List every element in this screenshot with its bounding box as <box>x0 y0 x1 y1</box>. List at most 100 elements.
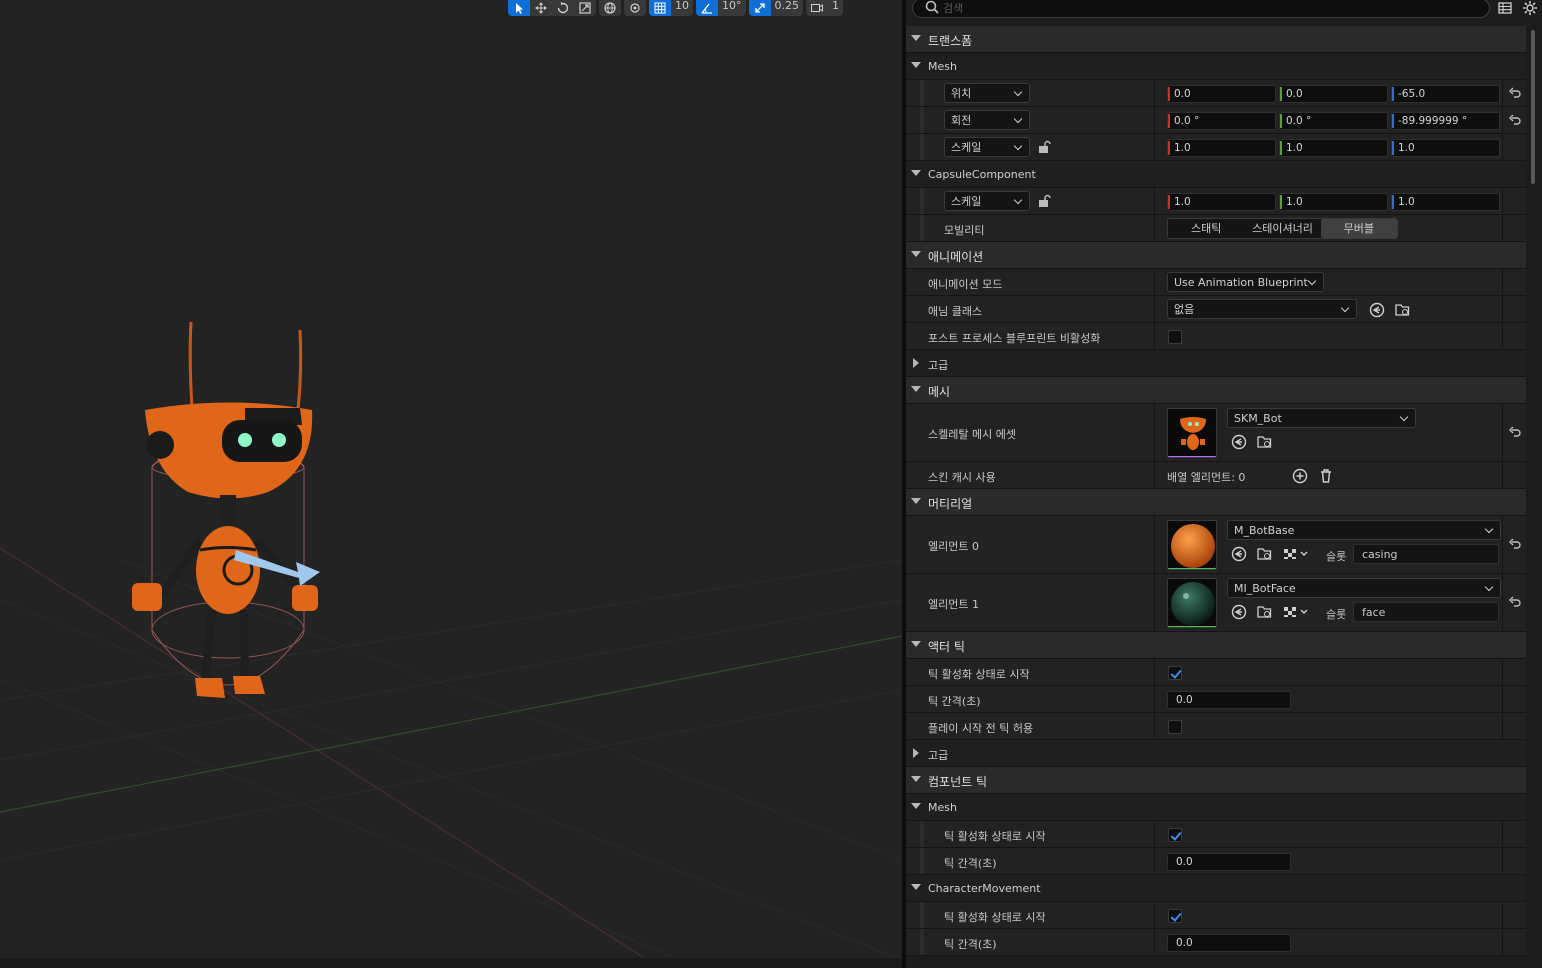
reset-arrow-icon[interactable] <box>1508 537 1522 551</box>
animation-mode-dropdown[interactable]: Use Animation Blueprint <box>1167 272 1324 292</box>
select-mode-button[interactable] <box>508 0 530 16</box>
property-anim-class: 애님 클래스 없음 <box>906 296 1526 323</box>
surface-snap-button[interactable] <box>624 0 646 16</box>
browse-asset-icon[interactable] <box>1257 546 1273 562</box>
rotation-mode-dropdown[interactable]: 회전 <box>944 110 1030 130</box>
capsule-scale-x-field[interactable]: 1.0 <box>1167 193 1276 211</box>
chevron-down-icon <box>1013 141 1023 151</box>
browse-asset-icon[interactable] <box>1257 604 1273 620</box>
details-scrollbar-thumb[interactable] <box>1531 30 1535 184</box>
reset-arrow-icon[interactable] <box>1508 86 1522 100</box>
group-capsule-component[interactable]: CapsuleComponent <box>906 161 1526 188</box>
camera-speed-button[interactable] <box>806 0 828 16</box>
location-y-field[interactable]: 0.0 <box>1279 85 1388 103</box>
category-mesh[interactable]: 메시 <box>906 377 1526 404</box>
category-transform[interactable]: 트랜스폼 <box>906 26 1526 53</box>
movement-start-tick-checkbox[interactable] <box>1168 909 1182 923</box>
scale-mode-dropdown[interactable]: 스케일 <box>944 137 1030 157</box>
use-selected-asset-icon[interactable] <box>1231 546 1247 562</box>
use-selected-asset-icon[interactable] <box>1231 434 1247 450</box>
chevron-down-icon <box>1307 276 1317 286</box>
gear-icon[interactable] <box>1522 0 1538 16</box>
reset-arrow-icon[interactable] <box>1508 425 1522 439</box>
anim-class-dropdown[interactable]: 없음 <box>1167 299 1357 319</box>
mobility-stationary-option[interactable]: 스테이셔너리 <box>1244 219 1320 238</box>
group-animation-advanced[interactable]: 고급 <box>906 350 1526 377</box>
robot-character[interactable] <box>132 321 320 698</box>
mobility-movable-option[interactable]: 무버블 <box>1320 219 1397 238</box>
add-element-icon[interactable] <box>1292 468 1308 484</box>
group-mesh-tick[interactable]: Mesh <box>906 794 1526 821</box>
grid-snap-toggle[interactable] <box>649 0 671 16</box>
scale-x-field[interactable]: 1.0 <box>1167 139 1276 157</box>
level-viewport[interactable]: 10 10° 0.25 1 <box>0 0 902 968</box>
material-thumbnail[interactable] <box>1167 520 1217 570</box>
category-animation[interactable]: 애니메이션 <box>906 242 1526 269</box>
capsule-scale-mode-dropdown[interactable]: 스케일 <box>944 191 1030 211</box>
movement-tick-interval-field[interactable]: 0.0 <box>1167 934 1291 952</box>
group-actor-tick-advanced[interactable]: 고급 <box>906 740 1526 767</box>
rotation-snap-value[interactable]: 10° <box>718 0 746 16</box>
group-mesh-transform[interactable]: Mesh <box>906 53 1526 80</box>
capsule-scale-z-field[interactable]: 1.0 <box>1391 193 1500 211</box>
use-selected-asset-icon[interactable] <box>1369 302 1385 318</box>
rotation-y-field[interactable]: 0.0 ° <box>1279 112 1388 130</box>
viewport-scene[interactable] <box>0 0 902 968</box>
slot-name-field[interactable]: face <box>1353 602 1499 622</box>
transform-mode-group <box>508 0 596 16</box>
skeletal-mesh-thumbnail[interactable] <box>1167 408 1217 458</box>
group-character-movement-tick[interactable]: CharacterMovement <box>906 875 1526 902</box>
location-mode-dropdown[interactable]: 위치 <box>944 83 1030 103</box>
location-z-field[interactable]: -65.0 <box>1391 85 1500 103</box>
scale-snap-toggle[interactable] <box>748 0 771 16</box>
search-box[interactable] <box>912 0 1490 18</box>
rotation-x-field[interactable]: 0.0 ° <box>1167 112 1276 130</box>
category-component-tick[interactable]: 컴포넌트 틱 <box>906 767 1526 794</box>
browse-asset-icon[interactable] <box>1395 302 1411 318</box>
expand-arrow-icon <box>911 884 921 890</box>
scale-y-field[interactable]: 1.0 <box>1279 139 1388 157</box>
actor-start-tick-checkbox[interactable] <box>1168 666 1182 680</box>
trash-icon[interactable] <box>1318 468 1334 484</box>
category-materials[interactable]: 머티리얼 <box>906 489 1526 516</box>
skeletal-mesh-dropdown[interactable]: SKM_Bot <box>1227 408 1416 428</box>
property-label: 엘리먼트 0 <box>928 540 979 553</box>
translate-mode-button[interactable] <box>530 0 552 16</box>
material-1-dropdown[interactable]: MI_BotFace <box>1227 578 1501 598</box>
mobility-static-option[interactable]: 스태틱 <box>1168 219 1244 238</box>
camera-speed-value[interactable]: 1 <box>828 0 843 16</box>
browse-asset-icon[interactable] <box>1257 434 1273 450</box>
scale-snap-value[interactable]: 0.25 <box>770 0 803 16</box>
mesh-tick-interval-field[interactable]: 0.0 <box>1167 853 1291 871</box>
search-input[interactable] <box>943 0 1473 17</box>
rotation-snap-toggle[interactable] <box>696 0 718 16</box>
actor-tick-interval-field[interactable]: 0.0 <box>1167 691 1291 709</box>
mesh-start-tick-checkbox[interactable] <box>1168 828 1182 842</box>
slot-label: 슬롯 <box>1326 608 1347 621</box>
material-thumbnail[interactable] <box>1167 578 1217 628</box>
unlock-icon[interactable] <box>1037 140 1051 154</box>
scale-mode-button[interactable] <box>574 0 596 16</box>
reset-arrow-icon[interactable] <box>1508 113 1522 127</box>
collapse-arrow-icon <box>913 748 919 758</box>
slot-name-field[interactable]: casing <box>1353 544 1499 564</box>
property-movement-tick-interval: 틱 간격(초) 0.0 <box>906 929 1526 956</box>
location-x-field[interactable]: 0.0 <box>1167 85 1276 103</box>
allow-tick-before-play-checkbox[interactable] <box>1168 720 1182 734</box>
texture-checker-icon[interactable] <box>1283 604 1313 620</box>
details-property-list: 트랜스폼 Mesh 위치 0.0 0.0 -65.0 회전 0.0 ° 0.0 … <box>906 26 1526 956</box>
scale-z-field[interactable]: 1.0 <box>1391 139 1500 157</box>
reset-arrow-icon[interactable] <box>1508 595 1522 609</box>
grid-snap-value[interactable]: 10 <box>671 0 693 16</box>
capsule-scale-y-field[interactable]: 1.0 <box>1279 193 1388 211</box>
world-local-button[interactable] <box>599 0 621 16</box>
category-actor-tick[interactable]: 액터 틱 <box>906 632 1526 659</box>
unlock-icon[interactable] <box>1037 194 1051 208</box>
table-view-icon[interactable] <box>1498 1 1512 15</box>
material-0-dropdown[interactable]: M_BotBase <box>1227 520 1501 540</box>
disable-post-process-checkbox[interactable] <box>1168 330 1182 344</box>
use-selected-asset-icon[interactable] <box>1231 604 1247 620</box>
rotate-mode-button[interactable] <box>552 0 574 16</box>
texture-checker-icon[interactable] <box>1283 546 1313 562</box>
rotation-z-field[interactable]: -89.999999 ° <box>1391 112 1500 130</box>
